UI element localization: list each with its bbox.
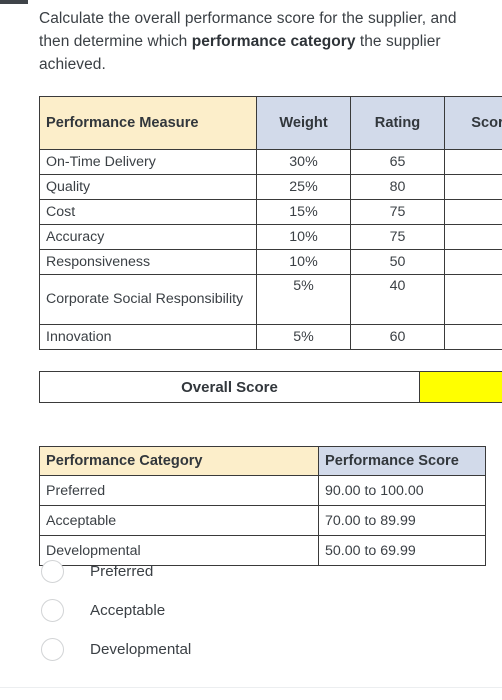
answer-choice-group: Preferred Acceptable Developmental	[39, 552, 479, 669]
category-header-row: Performance Category Performance Score	[39, 446, 486, 476]
header-performance-measure: Performance Measure	[39, 96, 257, 150]
radio-button-icon[interactable]	[41, 638, 64, 661]
radio-option-label: Preferred	[90, 563, 154, 580]
overall-score-row: Overall Score	[39, 371, 502, 403]
table-row: Innovation 5% 60	[39, 324, 502, 350]
header-rating: Rating	[350, 96, 445, 150]
measure-weight: 25%	[256, 174, 351, 200]
measure-rating: 75	[350, 199, 445, 225]
measures-body: On-Time Delivery 30% 65 Quality 25% 80 C…	[39, 149, 502, 350]
table-row: On-Time Delivery 30% 65	[39, 149, 502, 175]
table-row: Corporate Social Responsibility 5% 40	[39, 274, 502, 325]
header-weight: Weight	[256, 96, 351, 150]
radio-button-icon[interactable]	[41, 560, 64, 583]
table-row: Cost 15% 75	[39, 199, 502, 225]
radio-option-developmental[interactable]: Developmental	[39, 630, 479, 669]
question-prompt: Calculate the overall performance score …	[39, 8, 484, 76]
table-row: Acceptable 70.00 to 89.99	[39, 505, 486, 536]
overall-score-label: Overall Score	[39, 371, 420, 403]
measure-score-input[interactable]	[444, 324, 502, 350]
measures-header-row: Performance Measure Weight Rating Score	[39, 96, 502, 150]
measure-score-input[interactable]	[444, 149, 502, 175]
measure-score-input[interactable]	[444, 249, 502, 275]
measure-score-input[interactable]	[444, 274, 502, 325]
category-name: Acceptable	[39, 505, 319, 536]
measure-weight: 5%	[256, 324, 351, 350]
table-row: Responsiveness 10% 50	[39, 249, 502, 275]
performance-category-table: Performance Category Performance Score P…	[39, 446, 486, 566]
measure-weight: 30%	[256, 149, 351, 175]
table-row: Overall Score	[39, 371, 502, 403]
category-score-range: 90.00 to 100.00	[318, 475, 486, 506]
measure-name: Innovation	[39, 324, 257, 350]
table-row: Accuracy 10% 75	[39, 224, 502, 250]
table-row: Quality 25% 80	[39, 174, 502, 200]
header-score: Score	[444, 96, 502, 150]
category-score-range: 70.00 to 89.99	[318, 505, 486, 536]
measure-score-input[interactable]	[444, 174, 502, 200]
measure-name: Cost	[39, 199, 257, 225]
prompt-line-1: Calculate the overall performance score …	[39, 10, 364, 27]
measure-rating: 50	[350, 249, 445, 275]
measure-name: On-Time Delivery	[39, 149, 257, 175]
overall-score-input[interactable]	[419, 371, 502, 403]
radio-option-preferred[interactable]: Preferred	[39, 552, 479, 591]
prompt-bold-category: category	[290, 32, 356, 50]
performance-measures-table: Performance Measure Weight Rating Score …	[39, 96, 502, 350]
measure-name: Corporate Social Responsibility	[39, 274, 257, 325]
header-performance-score: Performance Score	[318, 446, 486, 476]
measure-rating: 60	[350, 324, 445, 350]
measure-weight: 15%	[256, 199, 351, 225]
measure-rating: 40	[350, 274, 445, 325]
bottom-divider	[0, 687, 502, 688]
measure-rating: 75	[350, 224, 445, 250]
category-name: Preferred	[39, 475, 319, 506]
radio-option-label: Developmental	[90, 641, 192, 658]
question-page: Calculate the overall performance score …	[0, 0, 502, 688]
measure-weight: 5%	[256, 274, 351, 325]
measure-score-input[interactable]	[444, 199, 502, 225]
measure-name: Responsiveness	[39, 249, 257, 275]
measure-rating: 65	[350, 149, 445, 175]
radio-option-acceptable[interactable]: Acceptable	[39, 591, 479, 630]
header-performance-category: Performance Category	[39, 446, 319, 476]
prompt-bold-performance: performance	[191, 32, 287, 50]
measure-score-input[interactable]	[444, 224, 502, 250]
radio-option-label: Acceptable	[90, 602, 166, 619]
measure-rating: 80	[350, 174, 445, 200]
measure-name: Quality	[39, 174, 257, 200]
measure-name: Accuracy	[39, 224, 257, 250]
table-row: Preferred 90.00 to 100.00	[39, 475, 486, 506]
measure-weight: 10%	[256, 249, 351, 275]
radio-button-icon[interactable]	[41, 599, 64, 622]
measure-weight: 10%	[256, 224, 351, 250]
